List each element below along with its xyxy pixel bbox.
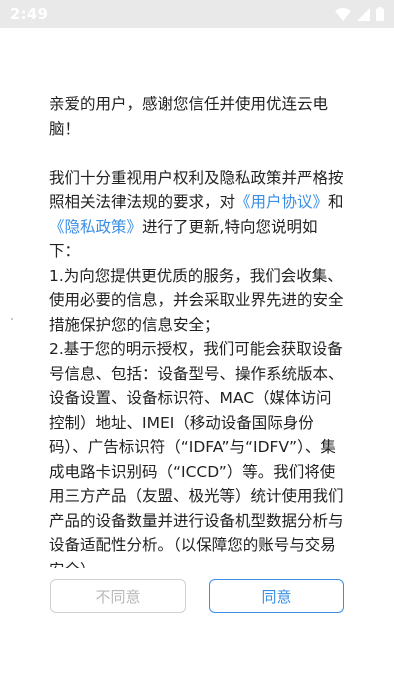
privacy-dialog: 亲爱的用户，感谢您信任并使用优连云电脑！ 我们十分重视用户权利及隐私政策并严格按…	[0, 28, 394, 700]
status-bar: 2:49	[0, 0, 394, 28]
point-2-text: 2.基于您的明示授权，我们可能会获取设备号信息、包括：设备型号、操作系统版本、设…	[49, 340, 344, 568]
privacy-content[interactable]: 亲爱的用户，感谢您信任并使用优连云电脑！ 我们十分重视用户权利及隐私政策并严格按…	[49, 92, 345, 568]
greeting-text: 亲爱的用户，感谢您信任并使用优连云电脑！	[49, 95, 329, 138]
disagree-button[interactable]: 不同意	[50, 579, 186, 613]
agree-button[interactable]: 同意	[209, 579, 344, 613]
cellular-signal-icon	[357, 7, 370, 21]
battery-icon	[376, 7, 384, 21]
point-1-text: 1.为向您提供更优质的服务，我们会收集、使用必要的信息，并会采取业界先进的安全措…	[49, 266, 344, 334]
wifi-icon	[335, 7, 351, 21]
user-agreement-link[interactable]: 《用户协议》	[235, 193, 328, 211]
edge-mark	[11, 318, 13, 320]
dialog-button-row: 不同意 同意	[50, 579, 344, 613]
status-icons	[335, 7, 384, 21]
intro-paragraph: 我们十分重视用户权利及隐私政策并严格按照相关法律法规的要求，对《用户协议》和《隐…	[49, 166, 345, 264]
and-text: 和	[328, 193, 344, 211]
privacy-policy-link[interactable]: 《隐私政策》	[49, 218, 142, 236]
status-time: 2:49	[10, 5, 49, 23]
